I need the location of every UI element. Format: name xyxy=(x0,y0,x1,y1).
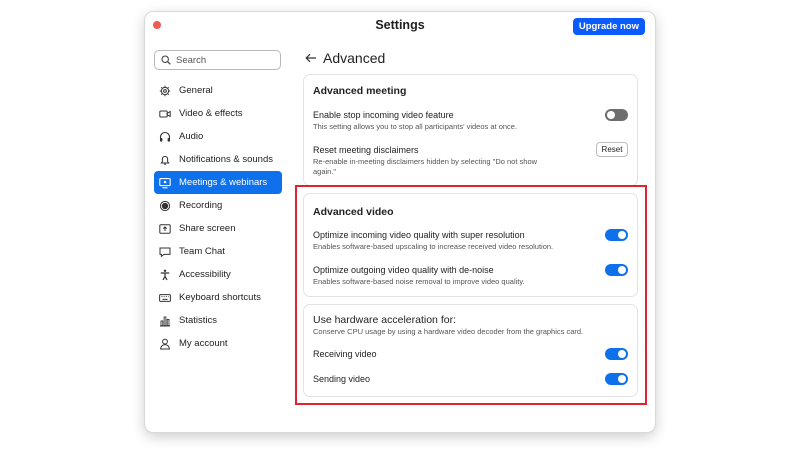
back-arrow-icon[interactable] xyxy=(305,53,317,63)
reset-disclaimers-title: Reset meeting disclaimers xyxy=(313,145,419,155)
sidebar-item-team-chat[interactable]: Team Chat xyxy=(154,240,282,263)
search-placeholder: Search xyxy=(176,54,207,66)
sidebar-item-meetings-webinars[interactable]: Meetings & webinars xyxy=(154,171,282,194)
sidebar-item-audio[interactable]: Audio xyxy=(154,125,282,148)
sidebar-item-label: Notifications & sounds xyxy=(179,154,273,165)
sidebar-item-label: General xyxy=(179,85,213,96)
toggle-knob xyxy=(607,111,615,119)
sidebar-nav: General Video & effects Audio Notificati… xyxy=(154,79,282,355)
sidebar-item-share-screen[interactable]: Share screen xyxy=(154,217,282,240)
sidebar-item-label: Meetings & webinars xyxy=(179,177,268,188)
stop-video-desc: This setting allows you to stop all part… xyxy=(313,122,518,131)
sidebar-item-statistics[interactable]: Statistics xyxy=(154,309,282,332)
search-icon xyxy=(161,55,171,65)
title-bar: Settings Upgrade now xyxy=(145,12,655,40)
meetings-icon xyxy=(159,177,171,189)
reset-disclaimers-desc-line1: Re-enable in-meeting disclaimers hidden … xyxy=(313,157,538,166)
sidebar-item-label: Statistics xyxy=(179,315,218,326)
keyboard-icon xyxy=(159,292,171,304)
sidebar-item-my-account[interactable]: My account xyxy=(154,332,282,355)
bell-icon xyxy=(159,154,171,166)
page-title: Advanced xyxy=(323,50,386,66)
sidebar-item-label: My account xyxy=(179,338,228,349)
reset-button[interactable]: Reset xyxy=(596,142,628,157)
highlight-box xyxy=(295,185,647,405)
upgrade-now-button[interactable]: Upgrade now xyxy=(572,18,645,35)
sidebar-item-notifications[interactable]: Notifications & sounds xyxy=(154,148,282,171)
record-icon xyxy=(159,200,171,212)
accessibility-icon xyxy=(159,269,171,281)
advanced-meeting-card: Advanced meeting Enable stop incoming vi… xyxy=(303,74,638,186)
search-input[interactable]: Search xyxy=(154,50,281,70)
sidebar-item-accessibility[interactable]: Accessibility xyxy=(154,263,282,286)
sidebar-item-label: Accessibility xyxy=(179,269,231,280)
stop-video-title: Enable stop incoming video feature xyxy=(313,110,454,120)
stop-video-toggle[interactable] xyxy=(605,109,628,121)
sidebar-item-keyboard-shortcuts[interactable]: Keyboard shortcuts xyxy=(154,286,282,309)
chat-icon xyxy=(159,246,171,258)
reset-disclaimers-desc-line2: again." xyxy=(313,167,337,176)
person-icon xyxy=(159,338,171,350)
statistics-icon xyxy=(159,315,171,327)
share-screen-icon xyxy=(159,223,171,235)
sidebar-item-general[interactable]: General xyxy=(154,79,282,102)
gear-icon xyxy=(159,85,171,97)
headphones-icon xyxy=(159,131,171,143)
sidebar-item-label: Team Chat xyxy=(179,246,225,257)
sidebar-item-label: Video & effects xyxy=(179,108,243,119)
sidebar-item-recording[interactable]: Recording xyxy=(154,194,282,217)
sidebar-item-label: Share screen xyxy=(179,223,236,234)
sidebar-item-label: Recording xyxy=(179,200,223,211)
video-icon xyxy=(159,108,171,120)
advanced-meeting-title: Advanced meeting xyxy=(313,85,407,97)
sidebar-item-video-effects[interactable]: Video & effects xyxy=(154,102,282,125)
sidebar-item-label: Audio xyxy=(179,131,204,142)
sidebar-item-label: Keyboard shortcuts xyxy=(179,292,261,303)
